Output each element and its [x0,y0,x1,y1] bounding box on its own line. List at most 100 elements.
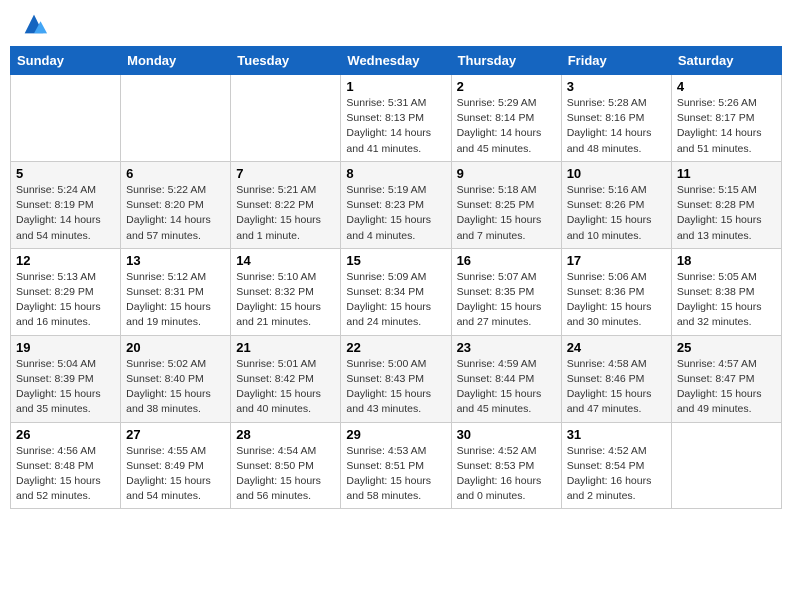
calendar-week-row: 19 Sunrise: 5:04 AMSunset: 8:39 PMDayligh… [11,335,782,422]
day-info: Sunrise: 5:05 AMSunset: 8:38 PMDaylight:… [677,270,776,331]
day-info: Sunrise: 5:21 AMSunset: 8:22 PMDaylight:… [236,183,335,244]
calendar-cell: 21 Sunrise: 5:01 AMSunset: 8:42 PMDayligh… [231,335,341,422]
calendar-cell: 8 Sunrise: 5:19 AMSunset: 8:23 PMDaylight… [341,161,451,248]
day-number: 31 [567,427,666,442]
day-info: Sunrise: 4:57 AMSunset: 8:47 PMDaylight:… [677,357,776,418]
day-number: 28 [236,427,335,442]
day-number: 2 [457,79,556,94]
calendar-table: SundayMondayTuesdayWednesdayThursdayFrid… [10,46,782,509]
day-info: Sunrise: 5:29 AMSunset: 8:14 PMDaylight:… [457,96,556,157]
calendar-cell: 16 Sunrise: 5:07 AMSunset: 8:35 PMDayligh… [451,248,561,335]
day-info: Sunrise: 5:31 AMSunset: 8:13 PMDaylight:… [346,96,445,157]
calendar-cell [121,75,231,162]
day-number: 10 [567,166,666,181]
column-header-tuesday: Tuesday [231,47,341,75]
calendar-cell: 10 Sunrise: 5:16 AMSunset: 8:26 PMDayligh… [561,161,671,248]
column-header-sunday: Sunday [11,47,121,75]
day-number: 26 [16,427,115,442]
calendar-cell: 12 Sunrise: 5:13 AMSunset: 8:29 PMDayligh… [11,248,121,335]
day-number: 23 [457,340,556,355]
day-number: 9 [457,166,556,181]
day-number: 7 [236,166,335,181]
day-number: 24 [567,340,666,355]
day-info: Sunrise: 5:24 AMSunset: 8:19 PMDaylight:… [16,183,115,244]
day-number: 1 [346,79,445,94]
day-info: Sunrise: 5:26 AMSunset: 8:17 PMDaylight:… [677,96,776,157]
day-info: Sunrise: 5:04 AMSunset: 8:39 PMDaylight:… [16,357,115,418]
calendar-week-row: 1 Sunrise: 5:31 AMSunset: 8:13 PMDaylight… [11,75,782,162]
day-number: 20 [126,340,225,355]
day-info: Sunrise: 5:15 AMSunset: 8:28 PMDaylight:… [677,183,776,244]
calendar-cell: 14 Sunrise: 5:10 AMSunset: 8:32 PMDayligh… [231,248,341,335]
day-number: 15 [346,253,445,268]
day-info: Sunrise: 4:55 AMSunset: 8:49 PMDaylight:… [126,444,225,505]
logo [14,10,48,38]
day-info: Sunrise: 5:16 AMSunset: 8:26 PMDaylight:… [567,183,666,244]
calendar-cell: 23 Sunrise: 4:59 AMSunset: 8:44 PMDayligh… [451,335,561,422]
day-number: 3 [567,79,666,94]
day-number: 25 [677,340,776,355]
column-header-thursday: Thursday [451,47,561,75]
column-header-friday: Friday [561,47,671,75]
day-info: Sunrise: 5:07 AMSunset: 8:35 PMDaylight:… [457,270,556,331]
day-number: 4 [677,79,776,94]
day-number: 13 [126,253,225,268]
calendar-cell: 6 Sunrise: 5:22 AMSunset: 8:20 PMDaylight… [121,161,231,248]
calendar-week-row: 26 Sunrise: 4:56 AMSunset: 8:48 PMDayligh… [11,422,782,509]
day-number: 19 [16,340,115,355]
calendar-cell: 22Sunrise: 5:00 AMSunset: 8:43 PMDayligh… [341,335,451,422]
column-header-wednesday: Wednesday [341,47,451,75]
calendar-cell: 13 Sunrise: 5:12 AMSunset: 8:31 PMDayligh… [121,248,231,335]
day-info: Sunrise: 4:58 AMSunset: 8:46 PMDaylight:… [567,357,666,418]
day-info: Sunrise: 5:01 AMSunset: 8:42 PMDaylight:… [236,357,335,418]
calendar-header-row: SundayMondayTuesdayWednesdayThursdayFrid… [11,47,782,75]
calendar-cell: 3Sunrise: 5:28 AMSunset: 8:16 PMDaylight… [561,75,671,162]
calendar-cell: 30Sunrise: 4:52 AMSunset: 8:53 PMDayligh… [451,422,561,509]
day-info: Sunrise: 5:12 AMSunset: 8:31 PMDaylight:… [126,270,225,331]
day-info: Sunrise: 5:02 AMSunset: 8:40 PMDaylight:… [126,357,225,418]
calendar-cell: 26 Sunrise: 4:56 AMSunset: 8:48 PMDayligh… [11,422,121,509]
day-info: Sunrise: 5:06 AMSunset: 8:36 PMDaylight:… [567,270,666,331]
calendar-cell: 28Sunrise: 4:54 AMSunset: 8:50 PMDayligh… [231,422,341,509]
calendar-cell: 2 Sunrise: 5:29 AMSunset: 8:14 PMDaylight… [451,75,561,162]
day-number: 6 [126,166,225,181]
day-info: Sunrise: 5:00 AMSunset: 8:43 PMDaylight:… [346,357,445,418]
day-info: Sunrise: 4:52 AMSunset: 8:54 PMDaylight:… [567,444,666,505]
column-header-monday: Monday [121,47,231,75]
calendar-cell: 25 Sunrise: 4:57 AMSunset: 8:47 PMDayligh… [671,335,781,422]
calendar-cell [231,75,341,162]
day-info: Sunrise: 5:22 AMSunset: 8:20 PMDaylight:… [126,183,225,244]
day-info: Sunrise: 5:18 AMSunset: 8:25 PMDaylight:… [457,183,556,244]
day-number: 27 [126,427,225,442]
calendar-cell: 27 Sunrise: 4:55 AMSunset: 8:49 PMDayligh… [121,422,231,509]
day-info: Sunrise: 4:56 AMSunset: 8:48 PMDaylight:… [16,444,115,505]
day-number: 5 [16,166,115,181]
calendar-cell: 11Sunrise: 5:15 AMSunset: 8:28 PMDayligh… [671,161,781,248]
day-info: Sunrise: 5:09 AMSunset: 8:34 PMDaylight:… [346,270,445,331]
calendar-week-row: 5 Sunrise: 5:24 AMSunset: 8:19 PMDaylight… [11,161,782,248]
day-info: Sunrise: 5:10 AMSunset: 8:32 PMDaylight:… [236,270,335,331]
day-info: Sunrise: 4:59 AMSunset: 8:44 PMDaylight:… [457,357,556,418]
day-number: 8 [346,166,445,181]
day-number: 14 [236,253,335,268]
calendar-cell: 1 Sunrise: 5:31 AMSunset: 8:13 PMDaylight… [341,75,451,162]
page-header [10,10,782,38]
calendar-cell: 7 Sunrise: 5:21 AMSunset: 8:22 PMDaylight… [231,161,341,248]
logo-icon [20,10,48,38]
calendar-cell [11,75,121,162]
day-number: 21 [236,340,335,355]
day-info: Sunrise: 5:13 AMSunset: 8:29 PMDaylight:… [16,270,115,331]
calendar-cell: 18Sunrise: 5:05 AMSunset: 8:38 PMDayligh… [671,248,781,335]
day-number: 30 [457,427,556,442]
calendar-cell: 29Sunrise: 4:53 AMSunset: 8:51 PMDayligh… [341,422,451,509]
calendar-cell: 5 Sunrise: 5:24 AMSunset: 8:19 PMDaylight… [11,161,121,248]
day-info: Sunrise: 5:19 AMSunset: 8:23 PMDaylight:… [346,183,445,244]
calendar-cell: 20 Sunrise: 5:02 AMSunset: 8:40 PMDayligh… [121,335,231,422]
day-number: 12 [16,253,115,268]
day-number: 16 [457,253,556,268]
day-number: 29 [346,427,445,442]
calendar-week-row: 12 Sunrise: 5:13 AMSunset: 8:29 PMDayligh… [11,248,782,335]
calendar-cell: 15 Sunrise: 5:09 AMSunset: 8:34 PMDayligh… [341,248,451,335]
calendar-cell: 17Sunrise: 5:06 AMSunset: 8:36 PMDayligh… [561,248,671,335]
calendar-cell: 24 Sunrise: 4:58 AMSunset: 8:46 PMDayligh… [561,335,671,422]
